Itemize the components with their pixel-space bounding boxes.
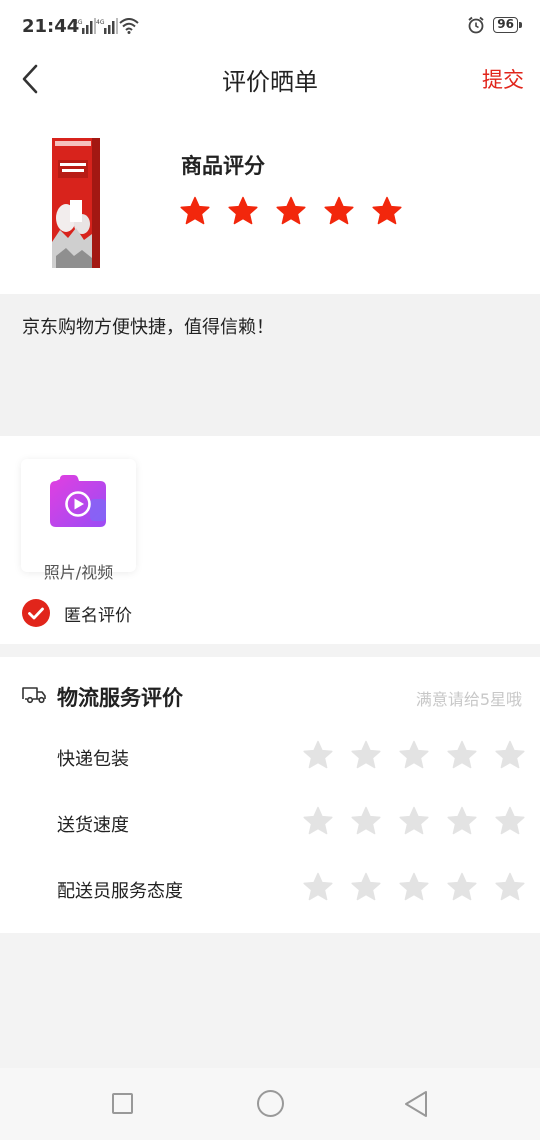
- header: 评价晒单 提交: [0, 54, 540, 104]
- status-time: 21:44: [22, 16, 80, 37]
- star-icon[interactable]: [324, 196, 354, 226]
- logistics-row: 快递包装: [0, 736, 540, 776]
- upload-photo-video-button[interactable]: 照片/视频: [21, 459, 136, 582]
- star-icon[interactable]: [399, 740, 429, 770]
- logistics-row: 配送员服务态度: [0, 868, 540, 908]
- truck-icon: [22, 687, 46, 704]
- product-rating-label: 商品评分: [181, 154, 265, 178]
- logistics-rating-section: 物流服务评价 满意请给5星哦 快递包装 送货速度 配送员服务态度: [0, 657, 540, 933]
- star-icon[interactable]: [495, 740, 525, 770]
- triangle-back-icon[interactable]: [403, 1089, 429, 1119]
- star-icon[interactable]: [303, 740, 333, 770]
- star-icon[interactable]: [303, 872, 333, 902]
- anonymous-label: 匿名评价: [64, 605, 132, 626]
- star-icon[interactable]: [399, 806, 429, 836]
- star-icon[interactable]: [372, 196, 402, 226]
- page-title: 评价晒单: [222, 68, 318, 96]
- square-icon[interactable]: [112, 1093, 133, 1114]
- logistics-star-rating: [303, 806, 525, 836]
- battery-indicator: 96: [493, 17, 522, 33]
- star-icon[interactable]: [447, 806, 477, 836]
- logistics-star-rating: [303, 740, 525, 770]
- upload-label: 照片/视频: [43, 563, 114, 582]
- logistics-row-label: 快递包装: [57, 749, 129, 770]
- comment-textarea[interactable]: 京东购物方便快捷，值得信赖！: [0, 294, 540, 436]
- star-icon[interactable]: [180, 196, 210, 226]
- circle-icon[interactable]: [257, 1090, 284, 1117]
- logistics-row: 送货速度: [0, 802, 540, 842]
- product-rating-section: 商品评分: [0, 104, 540, 294]
- star-icon[interactable]: [351, 872, 381, 902]
- camera-icon: [50, 475, 106, 527]
- system-navigation-bar: [0, 1068, 540, 1140]
- star-icon[interactable]: [399, 872, 429, 902]
- star-icon[interactable]: [495, 806, 525, 836]
- wifi-icon: [119, 18, 139, 34]
- upload-section: 照片/视频 匿名评价: [0, 436, 540, 644]
- logistics-row-label: 送货速度: [57, 815, 129, 836]
- logistics-row-label: 配送员服务态度: [57, 881, 183, 902]
- checkbox-checked-icon[interactable]: [22, 599, 50, 627]
- alarm-clock-icon: [468, 16, 484, 34]
- star-icon[interactable]: [447, 872, 477, 902]
- status-right: 96: [467, 16, 522, 34]
- product-image[interactable]: [52, 138, 100, 268]
- star-icon[interactable]: [303, 806, 333, 836]
- star-icon[interactable]: [276, 196, 306, 226]
- logistics-star-rating: [303, 872, 525, 902]
- star-icon[interactable]: [228, 196, 258, 226]
- signal-4g-icon: 4G: [74, 18, 96, 34]
- svg-text:4G: 4G: [74, 19, 83, 26]
- anonymous-toggle[interactable]: 匿名评价: [22, 599, 132, 627]
- star-icon[interactable]: [495, 872, 525, 902]
- star-icon[interactable]: [351, 806, 381, 836]
- signal-4g-icon-2: 4G: [96, 18, 118, 34]
- logistics-hint: 满意请给5星哦: [415, 690, 522, 709]
- product-star-rating: [180, 196, 402, 226]
- submit-button[interactable]: 提交: [482, 64, 524, 94]
- comment-text[interactable]: 京东购物方便快捷，值得信赖！: [22, 313, 274, 339]
- svg-text:4G: 4G: [96, 19, 105, 26]
- star-icon[interactable]: [351, 740, 381, 770]
- status-bar: 21:44 4G 4G 96: [0, 0, 540, 54]
- logistics-title: 物流服务评价: [57, 686, 183, 710]
- star-icon[interactable]: [447, 740, 477, 770]
